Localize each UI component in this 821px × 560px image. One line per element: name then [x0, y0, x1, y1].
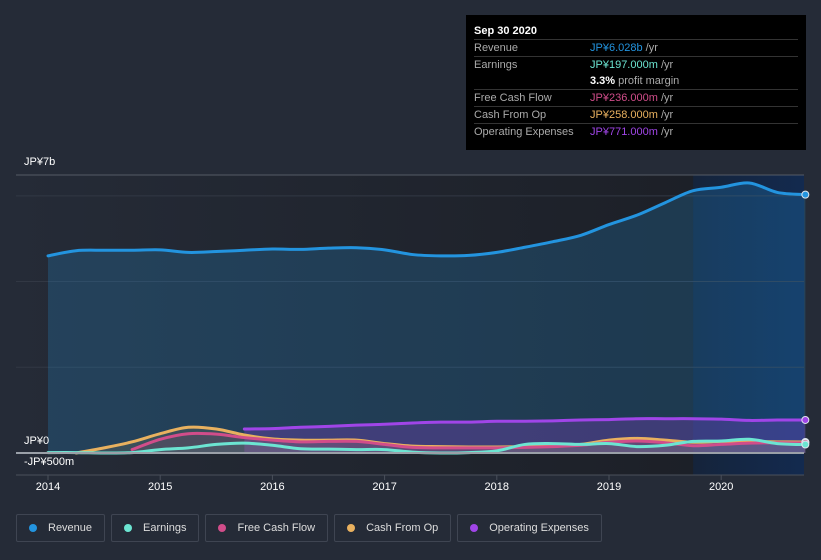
tooltip-value-number: JP¥6.028b [590, 42, 643, 54]
legend-item-revenue[interactable]: Revenue [16, 514, 106, 542]
x-tick-label: 2016 [260, 481, 285, 493]
tooltip-unit: /yr [657, 92, 674, 104]
tooltip-value: JP¥6.028b /yr [590, 40, 798, 56]
legend-item-cash-from-op[interactable]: Cash From Op [334, 514, 452, 542]
legend-item-operating-expenses[interactable]: Operating Expenses [457, 514, 602, 542]
tooltip-label: Earnings [474, 59, 518, 71]
legend-item-free-cash-flow[interactable]: Free Cash Flow [205, 514, 329, 542]
earnings-dot-icon [124, 524, 133, 532]
tooltip-unit: /yr [657, 59, 674, 71]
tooltip-label [474, 73, 590, 89]
y-tick-label-top: JP¥7b [24, 156, 56, 168]
tooltip-row-free-cash-flow: Free Cash Flow JP¥236.000m /yr [474, 89, 798, 106]
x-tick-label: 2015 [147, 481, 173, 493]
earnings-end-point [801, 440, 810, 449]
revenue-dot-icon [29, 524, 37, 532]
x-tick-label: 2018 [484, 481, 510, 493]
tooltip-row-operating-expenses: Operating Expenses JP¥771.000m /yr [474, 123, 798, 140]
x-tick-label: 2014 [35, 481, 61, 493]
tooltip-label: Cash From Op [474, 109, 547, 121]
tooltip-row-cash-from-op: Cash From Op JP¥258.000m /yr [474, 106, 798, 123]
tooltip-value-number: JP¥258.000m [590, 109, 658, 121]
tooltip-unit: profit margin [615, 75, 680, 87]
free-cash-flow-dot-icon [218, 524, 227, 532]
legend: Revenue Earnings Free Cash Flow Cash Fro… [16, 514, 602, 542]
legend-item-earnings[interactable]: Earnings [111, 514, 200, 542]
revenue-end-point [801, 190, 810, 199]
tooltip-value-number: JP¥197.000m [590, 59, 658, 71]
tooltip-label: Operating Expenses [474, 126, 574, 138]
tooltip-row-revenue: Revenue JP¥6.028b /yr [474, 39, 798, 56]
tooltip-row-earnings: Earnings JP¥197.000m /yr [474, 56, 798, 73]
operating-expenses-dot-icon [470, 524, 479, 532]
tooltip-value-number: 3.3% [590, 75, 616, 87]
tooltip-value-number: JP¥236.000m [590, 92, 658, 104]
tooltip-unit: /yr [642, 42, 658, 54]
tooltip: Sep 30 2020 Revenue JP¥6.028b /yr Earnin… [466, 15, 806, 150]
legend-label: Operating Expenses [489, 522, 589, 534]
tooltip-row-profit-margin: 3.3% profit margin [474, 73, 798, 89]
y-tick-label-zero: JP¥0 [24, 435, 50, 447]
legend-label: Cash From Op [366, 522, 439, 534]
tooltip-value: 3.3% profit margin [590, 73, 798, 89]
x-tick-label: 2020 [708, 481, 734, 493]
tooltip-value: JP¥236.000m /yr [590, 90, 798, 106]
tooltip-label: Free Cash Flow [474, 92, 552, 104]
operating-expenses-end-point [801, 415, 810, 424]
tooltip-unit: /yr [657, 109, 674, 121]
y-tick-label-bottom: -JP¥500m [24, 456, 75, 468]
tooltip-value: JP¥771.000m /yr [590, 124, 798, 140]
tooltip-value: JP¥258.000m /yr [590, 107, 798, 123]
tooltip-label: Revenue [474, 42, 519, 54]
x-tick-label: 2017 [372, 481, 397, 493]
cash-from-op-dot-icon [347, 524, 356, 532]
tooltip-value: JP¥197.000m /yr [590, 57, 798, 73]
x-tick-label: 2019 [596, 481, 622, 493]
legend-label: Earnings [143, 522, 187, 534]
tooltip-date: Sep 30 2020 [474, 25, 537, 37]
legend-label: Free Cash Flow [237, 522, 316, 534]
tooltip-unit: /yr [657, 126, 674, 138]
legend-label: Revenue [48, 522, 93, 534]
tooltip-value-number: JP¥771.000m [590, 126, 658, 138]
